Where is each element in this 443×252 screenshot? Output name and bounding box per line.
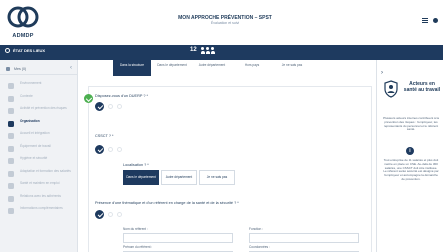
section-label: ÉTAT DES LIEUX [13, 48, 46, 53]
circle-icon [5, 48, 10, 53]
info-panel: › Acteurs en santé au travail Plusieurs … [376, 60, 443, 252]
sidebar-item-label: Santé et maintien en emploi [20, 181, 60, 185]
app-subtitle: Évaluation et suivi [210, 21, 240, 25]
app-header: ADMDP MON APPROCHE PRÉVENTION – SPST Éva… [0, 0, 443, 45]
nav-item-icon [8, 145, 14, 152]
sidebar-item-label: Accueil et intégration [20, 131, 50, 135]
nav-item-icon [8, 108, 14, 114]
text-input[interactable] [249, 233, 359, 243]
people-count: 12 [190, 47, 197, 54]
logo-icon [7, 6, 39, 28]
localisation-option[interactable]: Autre département [161, 170, 197, 185]
sidebar-header[interactable]: Mes (0) ‹ [0, 63, 78, 75]
option-tab[interactable]: Autre département [193, 60, 231, 76]
sidebar-header-label: Mes (0) [14, 67, 27, 71]
sidebar-item-label: Équipement de travail [20, 143, 51, 148]
info-panel-text-secondary: Tout entreprise de 11 salariés et plus d… [383, 158, 439, 181]
nav-item-icon [8, 208, 14, 214]
shield-person-icon [384, 80, 398, 98]
list-icon [6, 67, 10, 71]
referent-lastname-field: Nom du référent : [123, 227, 233, 243]
main-content: Dans la structure Dans le département Au… [79, 60, 376, 252]
localisation-option[interactable]: Je ne sais pas [199, 170, 235, 185]
radio-yes[interactable] [95, 102, 104, 111]
question-cssct: CSSCT ? * [95, 134, 114, 138]
field-label: Coordonnées : [249, 245, 270, 249]
sidebar-item[interactable]: Accueil et intégration [0, 130, 78, 143]
section-bar: ÉTAT DES LIEUX 12 [0, 45, 443, 60]
referent-function-field: Fonction : [249, 227, 359, 243]
chevron-left-icon[interactable]: ‹ [70, 65, 72, 71]
sidebar-item-active[interactable]: Organisation [0, 118, 78, 131]
referent-contact-field: Coordonnées : [249, 245, 359, 252]
sidebar-item-label: Hygiène et sécurité [20, 156, 48, 160]
question-localisation: Localisation ? * [123, 163, 149, 167]
sidebar-item-label: Environnement [20, 81, 42, 85]
sidebar-item-label: Informations complémentaires [20, 206, 63, 210]
nav-item-icon [8, 183, 14, 189]
localisation-option[interactable]: Dans le département [123, 170, 159, 185]
info-panel-text: Plusieurs acteurs internes contribuent à… [383, 116, 439, 132]
check-circle-icon [84, 94, 93, 103]
nav-item-icon [8, 95, 14, 102]
sidebar-item-label: Activité et prévention des risques [20, 106, 67, 110]
sidebar-item-label: Relations avec les adhérents [20, 193, 61, 198]
brand-logo[interactable]: ADMDP [5, 4, 41, 42]
question-card: Disposez-vous d'un DUERP ? * CSSCT ? * L… [84, 86, 372, 252]
sidebar-item[interactable]: Hygiène et sécurité [0, 155, 78, 168]
sidebar: Mes (0) ‹ Environnement Contexte Activit… [0, 60, 78, 252]
answer-group-referent [95, 210, 122, 219]
people-icon [200, 47, 215, 54]
sidebar-item[interactable]: Adaptation et formation des salariés [0, 168, 78, 181]
radio-no[interactable] [108, 104, 113, 109]
field-label: Prénom du référent : [123, 245, 153, 249]
nav-item-icon [8, 158, 14, 164]
radio-unknown[interactable] [117, 104, 122, 109]
answer-group-cssct [95, 145, 122, 154]
field-label: Fonction : [249, 227, 263, 231]
sidebar-item[interactable]: Informations complémentaires [0, 205, 78, 218]
nav-item-icon [8, 195, 14, 202]
nav-item-icon [8, 133, 14, 139]
question-referent: Présence d'une thématique et d'un référe… [95, 201, 239, 205]
brand-name: ADMDP [12, 33, 34, 39]
menu-icon[interactable] [422, 18, 428, 23]
referent-firstname-field: Prénom du référent : [123, 245, 233, 252]
option-tab[interactable]: Dans la structure [113, 60, 151, 76]
nav-item-icon [8, 170, 14, 177]
nav-item-icon [8, 83, 14, 89]
help-icon[interactable] [433, 18, 438, 23]
question-duerp: Disposez-vous d'un DUERP ? * [95, 94, 148, 98]
sidebar-item[interactable]: Contexte [0, 93, 78, 106]
radio-unknown[interactable] [117, 212, 122, 217]
sidebar-list: Environnement Contexte Activité et préve… [0, 80, 78, 218]
radio-yes[interactable] [95, 145, 104, 154]
sidebar-item[interactable]: Activité et prévention des risques [0, 105, 78, 118]
sidebar-item[interactable]: Relations avec les adhérents [0, 193, 78, 206]
option-tabs: Dans la structure Dans le département Au… [113, 60, 311, 76]
info-panel-title: Acteurs en santé au travail [403, 81, 441, 93]
radio-unknown[interactable] [117, 147, 122, 152]
nav-item-icon [8, 120, 14, 127]
sidebar-item-label: Contexte [20, 93, 33, 98]
field-label: Nom du référent : [123, 227, 148, 231]
radio-no[interactable] [108, 147, 113, 152]
radio-no[interactable] [108, 212, 113, 217]
sidebar-item[interactable]: Équipement de travail [0, 143, 78, 156]
option-tab[interactable]: Je ne sais pas [273, 60, 311, 76]
sidebar-item-label: Organisation [20, 118, 40, 123]
radio-yes[interactable] [95, 210, 104, 219]
sidebar-item[interactable]: Environnement [0, 80, 78, 93]
option-tab[interactable]: Dans le département [153, 60, 191, 76]
sidebar-item-label: Adaptation et formation des salariés [20, 168, 71, 173]
answer-group-duerp [95, 102, 122, 111]
option-tab[interactable]: Hors pays [233, 60, 271, 76]
localisation-options: Dans le département Autre département Je… [123, 170, 235, 185]
text-input[interactable] [123, 233, 233, 243]
sidebar-item[interactable]: Santé et maintien en emploi [0, 180, 78, 193]
info-icon: i [406, 147, 414, 155]
chevron-right-icon[interactable]: › [381, 70, 383, 76]
